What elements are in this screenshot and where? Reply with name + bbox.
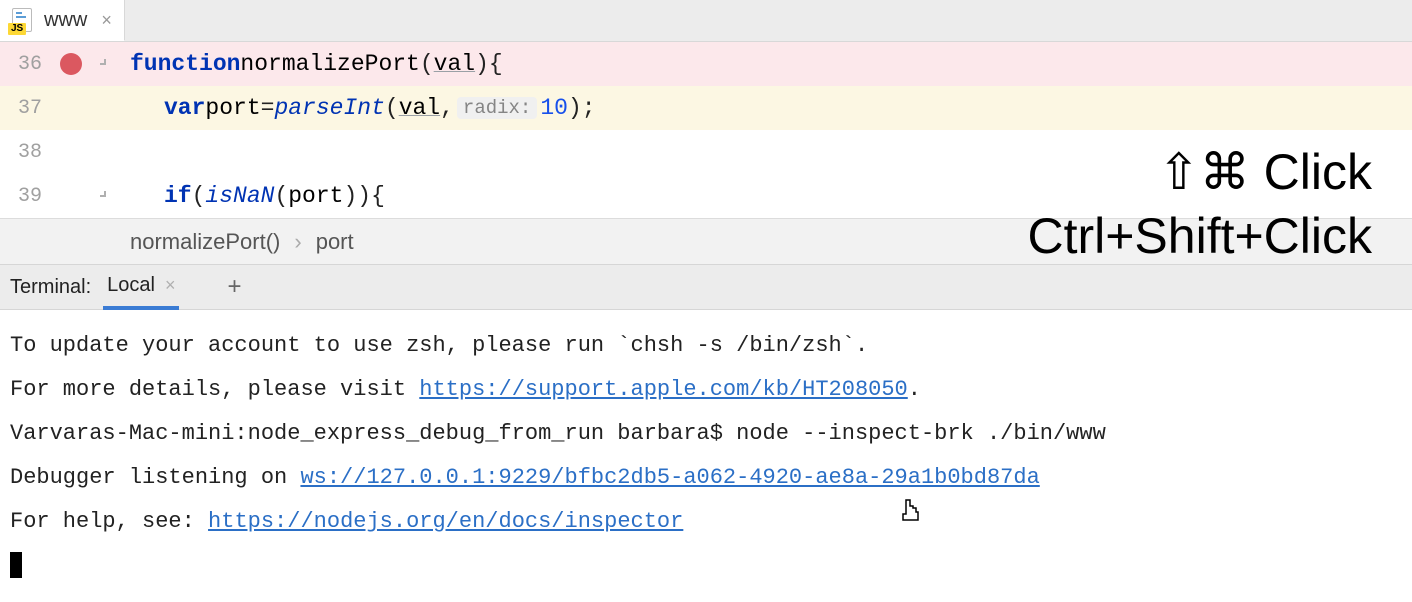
file-tab-www[interactable]: JS www × xyxy=(0,0,125,41)
breadcrumb-item[interactable]: normalizePort() xyxy=(130,229,280,255)
code-content[interactable]: if (isNaN(port)) { xyxy=(118,183,385,209)
close-icon[interactable]: × xyxy=(101,10,112,31)
terminal-line: Varvaras-Mac-mini:node_express_debug_fro… xyxy=(10,412,1402,456)
code-line[interactable]: 36 function normalizePort(val) { xyxy=(0,42,1412,86)
fold-icon[interactable] xyxy=(98,189,112,203)
file-tab-name: www xyxy=(44,9,87,32)
terminal-caret xyxy=(10,552,22,578)
fold-gutter[interactable] xyxy=(92,189,118,203)
line-number[interactable]: 39 xyxy=(0,185,50,208)
terminal-body[interactable]: To update your account to use zsh, pleas… xyxy=(0,310,1412,602)
breakpoint-gutter[interactable] xyxy=(50,53,92,75)
terminal-link[interactable]: https://support.apple.com/kb/HT208050 xyxy=(419,377,907,402)
terminal-tab-label: Local xyxy=(107,274,155,297)
terminal-line: Debugger listening on ws://127.0.0.1:922… xyxy=(10,456,1402,500)
js-file-icon: JS xyxy=(8,6,36,34)
code-content[interactable]: var port = parseInt(val, radix: 10); xyxy=(118,95,596,121)
line-number[interactable]: 36 xyxy=(0,53,50,76)
fold-gutter[interactable] xyxy=(92,57,118,71)
terminal-line: For help, see: https://nodejs.org/en/doc… xyxy=(10,500,1402,544)
shortcut-overlay: ⇧⌘ Click Ctrl+Shift+Click xyxy=(1027,140,1372,268)
terminal-label: Terminal: xyxy=(10,276,91,299)
fold-icon[interactable] xyxy=(98,57,112,71)
terminal-link[interactable]: ws://127.0.0.1:9229/bfbc2db5-a062-4920-a… xyxy=(300,465,1039,490)
breadcrumb-item[interactable]: port xyxy=(316,229,354,255)
code-content[interactable]: function normalizePort(val) { xyxy=(118,51,503,77)
terminal-tab-local[interactable]: Local × xyxy=(103,266,179,310)
terminal-header: Terminal: Local × + xyxy=(0,264,1412,310)
tab-bar: JS www × xyxy=(0,0,1412,42)
close-icon[interactable]: × xyxy=(165,275,176,296)
line-number[interactable]: 38 xyxy=(0,141,50,164)
chevron-right-icon: › xyxy=(294,229,301,255)
terminal-line: For more details, please visit https://s… xyxy=(10,368,1402,412)
inlay-hint: radix: xyxy=(457,97,537,119)
code-line[interactable]: 37 var port = parseInt(val, radix: 10); xyxy=(0,86,1412,130)
line-number[interactable]: 37 xyxy=(0,97,50,120)
add-terminal-button[interactable]: + xyxy=(219,272,249,302)
terminal-line: To update your account to use zsh, pleas… xyxy=(10,324,1402,368)
terminal-link[interactable]: https://nodejs.org/en/docs/inspector xyxy=(208,509,683,534)
breakpoint-icon[interactable] xyxy=(60,53,82,75)
